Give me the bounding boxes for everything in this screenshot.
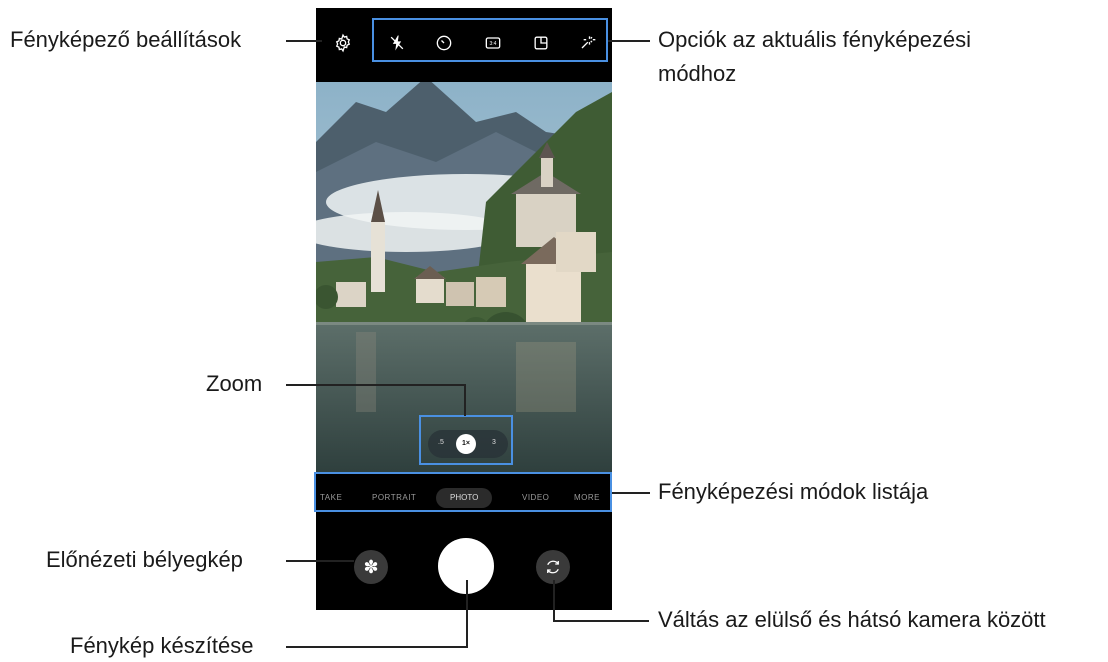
callout-line-switch-h [553, 620, 649, 622]
callout-line-settings [286, 40, 322, 42]
camera-bottom-bar: ✽ [316, 522, 612, 610]
gear-icon[interactable] [330, 30, 356, 56]
options-highlight [372, 18, 608, 62]
callout-line-switch-v [553, 580, 555, 620]
callout-switch-camera: Váltás az elülső és hátsó kamera között [658, 607, 1046, 632]
callout-line-shutter-v [466, 580, 468, 648]
callout-line-shutter-h [286, 646, 468, 648]
callout-settings: Fényképező beállítások [10, 27, 242, 52]
callout-line-zoom-h [286, 384, 466, 386]
callout-line-preview [286, 560, 354, 562]
callout-line-options [608, 40, 650, 42]
callout-take-photo: Fénykép készítése [70, 633, 254, 658]
callout-options-line2: módhoz [658, 61, 737, 86]
rotate-camera-icon [547, 560, 559, 574]
flower-icon: ✽ [363, 556, 379, 577]
callout-line-zoom-v [464, 384, 466, 416]
callout-preview: Előnézeti bélyegkép [46, 547, 243, 572]
callout-zoom: Zoom [206, 371, 263, 396]
callout-modes: Fényképezési módok listája [658, 479, 929, 504]
callout-options-line1: Opciók az aktuális fényképezési [658, 27, 972, 52]
switch-camera-button[interactable] [536, 550, 570, 584]
modes-highlight [314, 472, 612, 512]
zoom-highlight [419, 415, 513, 465]
preview-thumbnail[interactable]: ✽ [354, 550, 388, 584]
callout-line-modes [612, 492, 650, 494]
phone-screen: 3:4 .5 1× 3 TAKE PORTRAIT PHOTO VIDEO MO… [316, 8, 612, 610]
